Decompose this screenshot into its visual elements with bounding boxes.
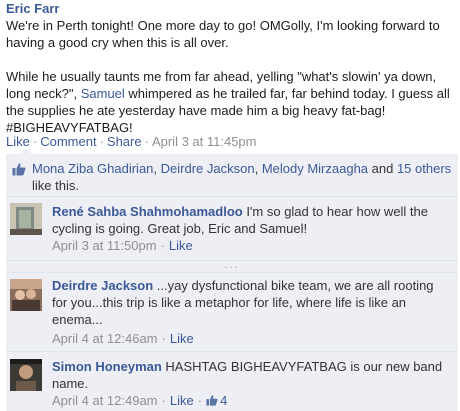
comment-link[interactable]: Comment: [40, 134, 96, 149]
comma: ,: [254, 161, 262, 176]
likes-summary: Mona Ziba Ghadirian, Deirdre Jackson, Me…: [6, 154, 458, 197]
separator: ·: [144, 134, 149, 149]
avatar[interactable]: [10, 279, 42, 311]
comment-text: René Sahba Shahmohamadloo I'm so glad to…: [52, 203, 452, 237]
thumbs-up-icon: [206, 395, 218, 406]
likes-suffix: like this.: [32, 178, 79, 193]
avatar[interactable]: [10, 203, 42, 235]
feedback-panel: Mona Ziba Ghadirian, Deirdre Jackson, Me…: [6, 148, 458, 411]
and-text: and: [368, 161, 397, 176]
commenter-name[interactable]: René Sahba Shahmohamadloo: [52, 204, 243, 219]
comment-timestamp[interactable]: April 4 at 12:49am: [52, 393, 158, 408]
comment-meta: April 4 at 12:46am · Like: [52, 330, 194, 347]
separator: ·: [197, 393, 203, 408]
separator: ·: [161, 393, 166, 408]
more-comments-indicator[interactable]: ...: [6, 260, 458, 273]
comment-timestamp[interactable]: April 4 at 12:46am: [52, 331, 158, 346]
commenter-name[interactable]: Simon Honeyman: [52, 359, 162, 374]
liker-link[interactable]: Melody Mirzaagha: [262, 161, 368, 176]
comment-text: Simon Honeyman HASHTAG BIGHEAVYFATBAG is…: [52, 358, 452, 392]
others-link[interactable]: 15 others: [397, 161, 451, 176]
liker-link[interactable]: Mona Ziba Ghadirian: [32, 161, 153, 176]
thumbs-up-icon: [12, 163, 26, 176]
likes-text: Mona Ziba Ghadirian, Deirdre Jackson, Me…: [32, 160, 452, 194]
comment-text: Deirdre Jackson ...yay dysfunctional bik…: [52, 277, 452, 328]
comment-item: René Sahba Shahmohamadloo I'm so glad to…: [6, 197, 458, 261]
comment-item: Simon Honeyman HASHTAG BIGHEAVYFATBAG is…: [6, 352, 458, 411]
separator: ·: [161, 331, 166, 346]
comment-meta: April 4 at 12:49am · Like · 4: [52, 392, 227, 409]
comment-like-count[interactable]: 4: [220, 393, 227, 408]
separator: ·: [32, 134, 38, 149]
comment-like-link[interactable]: Like: [169, 238, 193, 253]
post-actions: Like · Comment · Share · April 3 at 11:45pm: [6, 133, 257, 150]
avatar[interactable]: [10, 359, 42, 391]
post-paragraph-1: We're in Perth tonight! One more day to …: [6, 18, 440, 50]
liker-link[interactable]: Deirdre Jackson: [161, 161, 255, 176]
comment-like-link[interactable]: Like: [170, 393, 194, 408]
comment-item: Deirdre Jackson ...yay dysfunctional bik…: [6, 273, 458, 352]
comma: ,: [153, 161, 161, 176]
comment-timestamp[interactable]: April 3 at 11:50pm: [52, 238, 157, 253]
separator: ·: [99, 134, 104, 149]
post-timestamp[interactable]: April 3 at 11:45pm: [152, 134, 257, 149]
commenter-name[interactable]: Deirdre Jackson: [52, 278, 153, 293]
separator: ·: [160, 238, 165, 253]
post-paragraph-2: While he usually taunts me from far ahea…: [6, 68, 458, 136]
comment-meta: April 3 at 11:50pm · Like: [52, 237, 193, 254]
post-author[interactable]: Eric Farr: [6, 0, 59, 17]
like-link[interactable]: Like: [6, 134, 30, 149]
comment-like-link[interactable]: Like: [170, 331, 194, 346]
post-body: We're in Perth tonight! One more day to …: [6, 17, 458, 136]
share-link[interactable]: Share: [107, 134, 142, 149]
tagged-user-link[interactable]: Samuel: [81, 86, 125, 101]
